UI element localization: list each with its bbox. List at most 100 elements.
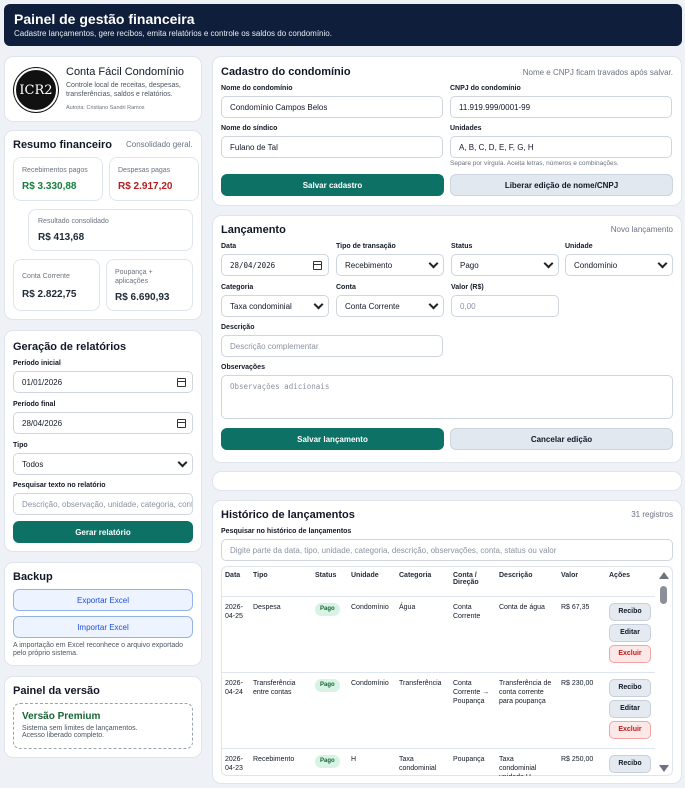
- entry-unit-select[interactable]: Condomínio: [565, 254, 673, 276]
- entry-description-input[interactable]: Descrição complementar: [221, 335, 443, 357]
- calendar-icon[interactable]: [177, 419, 186, 428]
- col-actions: Ações: [605, 566, 655, 597]
- cell-account: Conta Corrente: [449, 596, 495, 673]
- edit-button[interactable]: Editar: [609, 699, 651, 718]
- entry-account-select[interactable]: Conta Corrente: [336, 295, 444, 317]
- cell-unit: H: [347, 748, 395, 776]
- import-excel-button[interactable]: Importar Excel: [13, 616, 193, 638]
- stat-result-label: Resultado consolidado: [38, 218, 109, 225]
- history-search-label: Pesquisar no histórico de lançamentos: [221, 528, 352, 535]
- cell-value: R$ 67,35: [557, 596, 605, 673]
- entry-title: Lançamento: [221, 224, 286, 236]
- stat-received: Recebimentos pagos R$ 3.330,88: [13, 157, 103, 201]
- registration-title: Cadastro do condomínio: [221, 66, 351, 78]
- history-search-placeholder: Digite parte da data, tipo, unidade, cat…: [230, 545, 557, 555]
- entry-type-select[interactable]: Recebimento: [336, 254, 444, 276]
- entry-notes-textarea[interactable]: Observações adicionais: [221, 375, 673, 419]
- col-type: Tipo: [249, 566, 311, 597]
- history-search-input[interactable]: Digite parte da data, tipo, unidade, cat…: [221, 539, 673, 561]
- backup-title: Backup: [13, 571, 53, 583]
- col-value: Valor: [557, 566, 605, 597]
- entry-unit-value: Condomínio: [574, 260, 618, 270]
- save-registration-button[interactable]: Salvar cadastro: [221, 174, 444, 196]
- report-search-label: Pesquisar texto no relatório: [13, 482, 106, 489]
- condo-name-input[interactable]: Condomínio Campos Belos: [221, 96, 443, 118]
- unlock-edit-button[interactable]: Liberar edição de nome/CNPJ: [450, 174, 673, 196]
- entry-date-input[interactable]: 28/04/2026: [221, 254, 329, 276]
- cnpj-input[interactable]: 11.919.999/0001-99: [450, 96, 672, 118]
- chevron-down-icon: [428, 299, 439, 310]
- entry-amount-label: Valor (R$): [451, 284, 484, 291]
- calendar-icon[interactable]: [313, 261, 322, 270]
- chevron-down-icon: [543, 258, 554, 269]
- col-account: Conta / Direção: [449, 566, 495, 597]
- table-row: 2026-04-25 Despesa Pago Condomínio Água …: [221, 596, 655, 673]
- entry-amount-input[interactable]: 0,00: [451, 295, 559, 317]
- receipt-button[interactable]: Recibo: [609, 602, 651, 621]
- report-end-input[interactable]: 28/04/2026: [13, 412, 193, 434]
- entry-date-label: Data: [221, 243, 237, 250]
- report-type-value: Todos: [22, 459, 44, 469]
- summary-title: Resumo financeiro: [13, 139, 113, 151]
- cell-description: Transferência de conta corrente para pou…: [495, 672, 557, 749]
- stat-expenses-label: Despesas pagas: [118, 167, 171, 174]
- cell-date: 2026-04-24: [221, 672, 249, 749]
- entry-status-select[interactable]: Pago: [451, 254, 559, 276]
- cell-unit: Condomínio: [347, 672, 395, 749]
- report-start-value: 01/01/2026: [22, 377, 63, 387]
- history-table-clip: Data Tipo Status Unidade Categoria Conta…: [221, 566, 655, 776]
- receipt-button[interactable]: Recibo: [609, 678, 651, 697]
- edit-button[interactable]: Editar: [609, 623, 651, 642]
- entry-description-placeholder: Descrição complementar: [230, 341, 319, 351]
- brand-name: Conta Fácil Condomínio: [66, 66, 185, 78]
- entry-category-select[interactable]: Taxa condominial: [221, 295, 329, 317]
- stat-expenses: Despesas pagas R$ 2.917,20: [109, 157, 199, 201]
- edit-button[interactable]: Editar: [609, 775, 651, 776]
- cell-description: Conta de água: [495, 596, 557, 673]
- version-name: Versão Premium: [22, 711, 101, 722]
- entry-status-value: Pago: [460, 260, 479, 270]
- summary-note: Consolidado geral.: [126, 140, 193, 149]
- report-start-input[interactable]: 01/01/2026: [13, 371, 193, 393]
- delete-button[interactable]: Excluir: [609, 720, 651, 739]
- scroll-down-icon[interactable]: [659, 765, 669, 772]
- history-table: Data Tipo Status Unidade Categoria Conta…: [221, 566, 655, 776]
- receipt-button[interactable]: Recibo: [609, 754, 651, 773]
- cell-category: Água: [395, 596, 449, 673]
- save-entry-button[interactable]: Salvar lançamento: [221, 428, 444, 450]
- cnpj-label: CNPJ do condomínio: [450, 85, 521, 92]
- reports-title: Geração de relatórios: [13, 341, 127, 353]
- status-badge: Pago: [315, 754, 340, 768]
- registration-note: Nome e CNPJ ficam travados após salvar.: [522, 68, 673, 77]
- units-input[interactable]: A, B, C, D, E, F, G, H: [450, 136, 672, 158]
- cancel-edit-button[interactable]: Cancelar edição: [450, 428, 673, 450]
- report-start-label: Período inicial: [13, 360, 61, 367]
- backup-note: A importação em Excel reconhece o arquiv…: [13, 642, 184, 657]
- entry-unit-label: Unidade: [565, 243, 593, 250]
- delete-button[interactable]: Excluir: [609, 644, 651, 663]
- export-excel-button[interactable]: Exportar Excel: [13, 589, 193, 611]
- scroll-thumb[interactable]: [660, 586, 667, 604]
- entry-date-value: 28/04/2026: [230, 260, 276, 270]
- report-type-select[interactable]: Todos: [13, 453, 193, 475]
- history-scrollbar[interactable]: [657, 568, 671, 774]
- condo-name-label: Nome do condomínio: [221, 85, 293, 92]
- status-badge: Pago: [315, 602, 340, 616]
- report-search-input[interactable]: Descrição, observação, unidade, categori…: [13, 493, 193, 515]
- version-title: Painel da versão: [13, 685, 100, 697]
- cell-date: 2026-04-23: [221, 748, 249, 776]
- generate-report-button[interactable]: Gerar relatório: [13, 521, 193, 543]
- units-value: A, B, C, D, E, F, G, H: [459, 142, 534, 152]
- col-description: Descrição: [495, 566, 557, 597]
- scroll-up-icon[interactable]: [659, 572, 669, 579]
- app-header: Painel de gestão financeira Cadastre lan…: [4, 4, 682, 46]
- entry-type-value: Recebimento: [345, 260, 393, 270]
- syndic-input[interactable]: Fulano de Tal: [221, 136, 443, 158]
- cell-date: 2026-04-25: [221, 596, 249, 673]
- cell-category: Transferência: [395, 672, 449, 749]
- syndic-value: Fulano de Tal: [230, 142, 278, 152]
- table-row: 2026-04-23 Recebimento Pago H Taxa condo…: [221, 748, 655, 776]
- calendar-icon[interactable]: [177, 378, 186, 387]
- col-date: Data: [221, 566, 249, 597]
- syndic-label: Nome do síndico: [221, 125, 278, 132]
